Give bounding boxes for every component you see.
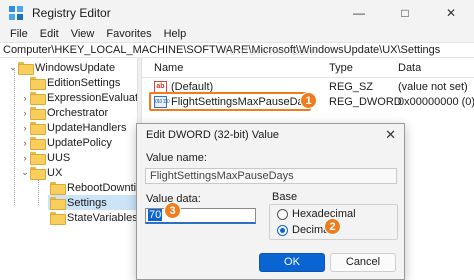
folder-icon xyxy=(30,167,46,180)
radio-button[interactable] xyxy=(277,208,288,220)
folder-icon xyxy=(30,152,46,165)
menu-view[interactable]: View xyxy=(65,26,101,42)
tree-item-label: UpdatePolicy xyxy=(47,136,112,149)
registry-tree[interactable]: ⌄ WindowsUpdate EditionSettings › Expres… xyxy=(0,58,137,280)
menu-favorites[interactable]: Favorites xyxy=(100,26,157,42)
chevron-right-icon[interactable]: › xyxy=(20,153,30,163)
tree-item-label: Settings xyxy=(67,196,107,209)
tree-item-label: RebootDowntir xyxy=(67,181,137,194)
tree-item-label: EditionSettings xyxy=(47,76,121,89)
highlight-outline xyxy=(149,92,311,111)
registry-editor-icon xyxy=(9,6,23,20)
menu-file[interactable]: File xyxy=(4,26,34,42)
base-group-label: Base xyxy=(272,191,298,203)
chevron-down-icon[interactable]: ⌄ xyxy=(20,167,30,178)
tree-item-label: WindowsUpdate xyxy=(35,61,116,74)
chevron-right-icon[interactable]: › xyxy=(20,138,30,148)
value-data: 0x00000000 (0) xyxy=(398,96,474,108)
step-badge-3: 3 xyxy=(164,202,181,219)
dialog-title: Edit DWORD (32-bit) Value xyxy=(146,129,280,141)
tree-item-uus[interactable]: › UUS xyxy=(20,150,70,165)
close-button[interactable]: ✕ xyxy=(428,0,474,26)
list-header: Name Type Data xyxy=(142,58,474,78)
cancel-button[interactable]: Cancel xyxy=(330,253,396,272)
tree-item-rebootdowntime[interactable]: RebootDowntir xyxy=(50,180,137,195)
folder-icon xyxy=(30,137,46,150)
radio-hexadecimal[interactable]: Hexadecimal xyxy=(277,208,356,220)
edit-dword-dialog: Edit DWORD (32-bit) Value ✕ Value name: … xyxy=(136,123,405,280)
tree-item-statevariables[interactable]: StateVariables xyxy=(50,210,137,225)
window-title: Registry Editor xyxy=(32,6,111,20)
folder-icon xyxy=(50,212,66,225)
tree-item-label: StateVariables xyxy=(67,211,137,224)
value-name-field: FlightSettingsMaxPauseDays xyxy=(145,168,397,184)
tree-item-windowsupdate[interactable]: ⌄ WindowsUpdate xyxy=(8,60,115,75)
tree-item-settings[interactable]: Settings xyxy=(48,195,137,210)
tree-item-label: UX xyxy=(47,166,63,179)
folder-icon xyxy=(30,92,46,105)
folder-icon xyxy=(30,77,46,90)
minimize-button[interactable]: — xyxy=(336,0,382,26)
tree-item-label: UpdateHandlers xyxy=(47,121,127,134)
value-name-label: Value name: xyxy=(146,152,207,164)
title-bar: Registry Editor — □ ✕ xyxy=(0,0,474,26)
value-data: (value not set) xyxy=(398,81,468,93)
tree-item-orchestrator[interactable]: › Orchestrator xyxy=(20,105,108,120)
chevron-right-icon[interactable]: › xyxy=(20,93,30,103)
chevron-right-icon[interactable]: › xyxy=(20,123,30,133)
tree-item-label: UUS xyxy=(47,151,71,164)
watermark: tenforums.com xyxy=(225,44,318,58)
folder-icon xyxy=(30,122,46,135)
step-badge-2: 2 xyxy=(324,218,341,235)
menu-help[interactable]: Help xyxy=(158,26,193,42)
chevron-right-icon[interactable]: › xyxy=(20,108,30,118)
value-data-text: 70 xyxy=(148,209,163,221)
folder-icon xyxy=(18,62,34,75)
value-type: REG_DWORD xyxy=(329,96,402,108)
column-header-name[interactable]: Name xyxy=(154,62,183,74)
tree-item-label: ExpressionEvaluat xyxy=(47,91,137,104)
value-data-input[interactable]: 70 xyxy=(145,208,256,224)
tree-item-updatepolicy[interactable]: › UpdatePolicy xyxy=(20,135,112,150)
value-type: REG_SZ xyxy=(329,81,374,93)
maximize-button[interactable]: □ xyxy=(382,0,428,26)
dialog-close-button[interactable]: ✕ xyxy=(385,127,396,143)
step-badge-1: 1 xyxy=(300,92,317,109)
ok-button[interactable]: OK xyxy=(259,253,325,272)
menu-bar: File Edit View Favorites Help xyxy=(0,26,474,42)
tree-guide-line xyxy=(14,70,15,205)
tree-item-ux[interactable]: ⌄ UX xyxy=(20,165,62,180)
folder-icon xyxy=(50,197,66,210)
tree-item-editionsettings[interactable]: EditionSettings xyxy=(30,75,120,90)
chevron-down-icon[interactable]: ⌄ xyxy=(8,62,18,73)
column-header-type[interactable]: Type xyxy=(329,62,353,74)
menu-edit[interactable]: Edit xyxy=(34,26,65,42)
tree-item-updatehandlers[interactable]: › UpdateHandlers xyxy=(20,120,127,135)
radio-label: Hexadecimal xyxy=(292,208,356,220)
folder-icon xyxy=(30,107,46,120)
tree-item-expressionevaluator[interactable]: › ExpressionEvaluat xyxy=(20,90,137,105)
folder-icon xyxy=(50,182,66,195)
tree-item-label: Orchestrator xyxy=(47,106,109,119)
column-header-data[interactable]: Data xyxy=(398,62,421,74)
radio-button-selected[interactable] xyxy=(277,224,288,236)
